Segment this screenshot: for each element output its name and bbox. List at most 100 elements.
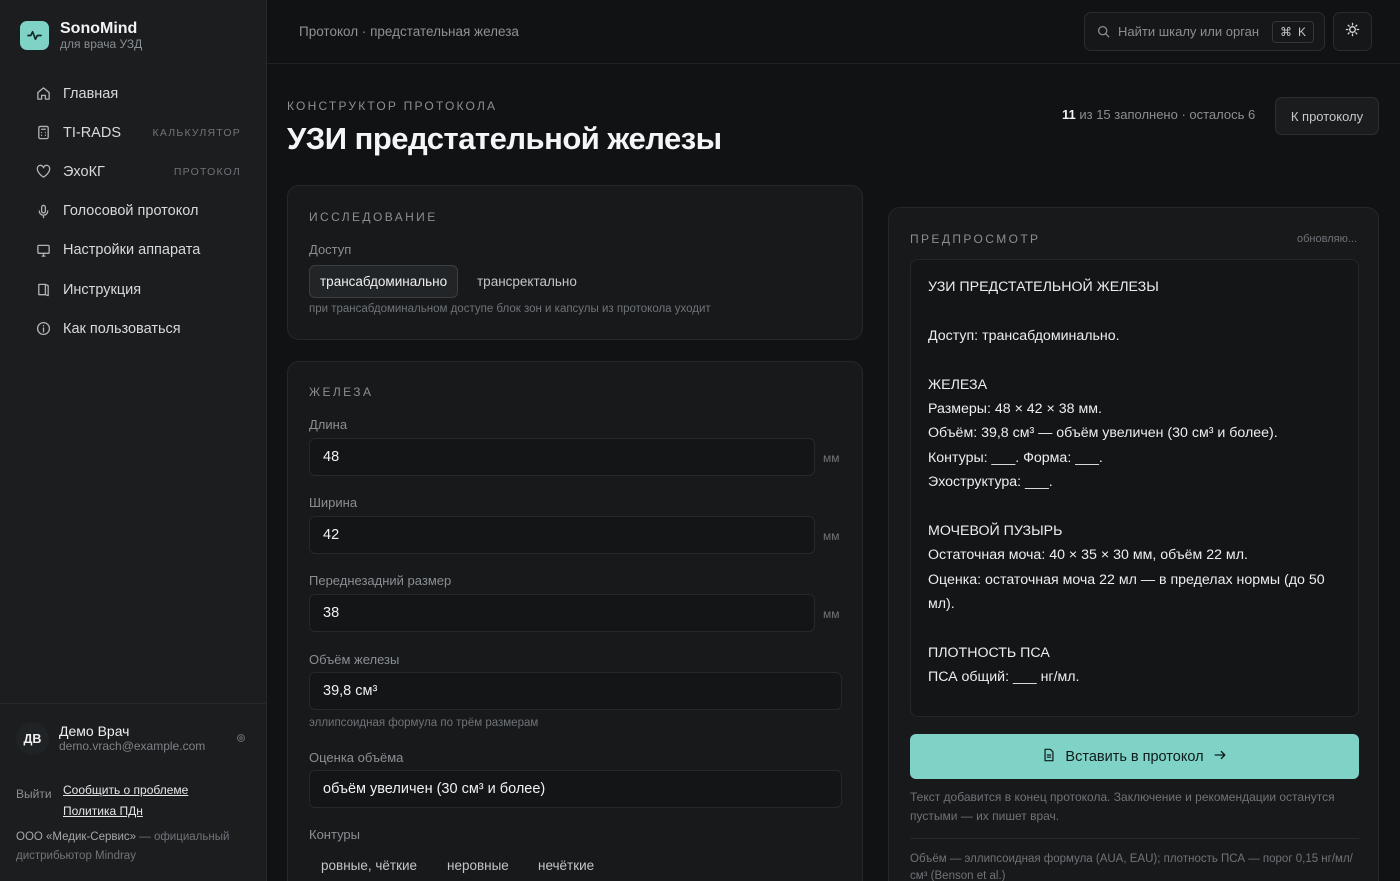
ap-size-input[interactable]: 38 [309, 594, 815, 632]
monitor-icon [34, 241, 52, 259]
length-unit: мм [823, 451, 840, 465]
study-card: ИССЛЕДОВАНИЕ Доступ трансабдоминально тр… [287, 185, 863, 340]
footer-links: Сообщить о проблеме Политика ПДн [63, 780, 188, 822]
preview-line: Объём: 39,8 см³ — объём увеличен (30 см³… [928, 425, 1278, 442]
sidebar-item-tirads[interactable]: TI-RADS КАЛЬКУЛЯТОР [24, 113, 250, 152]
width-unit: мм [823, 529, 840, 543]
theme-toggle-button[interactable] [1333, 12, 1372, 51]
preview-line [928, 299, 1341, 323]
user-profile[interactable]: ДВ Демо Врач demo.vrach@example.com [16, 722, 246, 755]
length-input[interactable]: 48 [309, 438, 815, 476]
sidebar-item-label: Голосовой протокол [63, 203, 199, 220]
progress-text: из 15 заполнено · осталось 6 [1075, 107, 1256, 122]
sidebar-item-device-settings[interactable]: Настройки аппарата [24, 231, 250, 270]
sidebar-nav: Главная TI-RADS КАЛЬКУЛЯТОР ЭхоКГ ПРОТОК… [24, 74, 250, 348]
preview-line: ЖЕЛЕЗА [928, 376, 988, 393]
search-input[interactable]: Найти шкалу или орган ⌘ K [1084, 12, 1325, 51]
pulse-logo-icon [20, 21, 49, 50]
volume-label: Объём железы [309, 652, 400, 667]
sidebar-item-voice[interactable]: Голосовой протокол [24, 192, 250, 231]
report-problem-link[interactable]: Сообщить о проблеме [63, 780, 188, 801]
preview-note: Текст добавится в конец протокола. Заклю… [910, 790, 1335, 823]
access-option-transabdominal[interactable]: трансабдоминально [309, 265, 459, 298]
calculator-icon [34, 124, 52, 142]
home-icon [34, 85, 52, 103]
sidebar-item-badge: ПРОТОКОЛ [173, 165, 241, 178]
volume-grade-field: объём увеличен (30 см³ и более) [309, 770, 842, 808]
contours-option-smooth[interactable]: ровные, чёткие [321, 849, 417, 881]
preview-line: МОЧЕВОЙ ПУЗЫРЬ [928, 523, 1063, 540]
contours-label: Контуры [309, 827, 361, 842]
shortcut-key: K [1297, 25, 1306, 39]
insert-into-protocol-button[interactable]: Вставить в протокол [910, 734, 1359, 779]
preview-line: Контуры: ___. Форма: ___. [928, 449, 1103, 466]
settings-gear-icon[interactable] [236, 732, 246, 746]
brand[interactable]: SonoMind для врача УЗД [20, 20, 142, 51]
gland-card-title: ЖЕЛЕЗА [309, 385, 374, 399]
sidebar-item-label: Главная [63, 85, 119, 102]
insert-button-label: Вставить в протокол [1065, 748, 1204, 765]
sidebar-item-label: Настройки аппарата [63, 242, 201, 259]
access-option-transrectal[interactable]: трансректально [477, 265, 577, 298]
preview-line: Остаточная моча: 40 × 35 × 30 мм, объём … [928, 547, 1248, 564]
search-placeholder: Найти шкалу или орган [1118, 24, 1260, 39]
company-note: ООО «Медик-Сервис» — официальный дистриб… [16, 828, 246, 865]
preview-line [928, 348, 1341, 372]
divider [910, 838, 1359, 839]
logout-link[interactable]: Выйти [16, 787, 52, 801]
sidebar-item-manual[interactable]: Инструкция [24, 270, 250, 309]
contours-option-blurred[interactable]: нечёткие [538, 849, 594, 881]
ap-size-label: Переднезадний размер [309, 573, 452, 588]
microphone-icon [34, 202, 52, 220]
shortcut-hint: ⌘ K [1271, 21, 1314, 43]
contours-option-uneven[interactable]: неровные [447, 849, 509, 881]
progress-filled-count: 11 [1062, 107, 1076, 122]
preview-line: ПЛОТНОСТЬ ПСА [928, 645, 1050, 662]
ap-size-unit: мм [823, 607, 840, 621]
preview-title: ПРЕДПРОСМОТР [910, 232, 1041, 246]
to-protocol-button[interactable]: К протоколу [1275, 97, 1379, 135]
app-name: SonoMind [60, 20, 138, 37]
privacy-policy-link[interactable]: Политика ПДн [63, 801, 188, 822]
page-eyebrow: КОНСТРУКТОР ПРОТОКОЛА [287, 99, 498, 113]
topbar: Протокол · предстательная железа Найти ш… [267, 0, 1400, 64]
sun-icon [1345, 22, 1360, 42]
sidebar-item-home[interactable]: Главная [24, 74, 250, 113]
preview-line: УЗИ ПРЕДСТАТЕЛЬНОЙ ЖЕЛЕЗЫ [928, 279, 1159, 295]
gland-card: ЖЕЛЕЗА Длина 48 мм Ширина 42 мм Переднез… [287, 361, 863, 881]
info-icon [34, 320, 52, 338]
width-input[interactable]: 42 [309, 516, 815, 554]
preview-status: обновляю... [1297, 233, 1357, 245]
user-name: Демо Врач [59, 723, 130, 739]
user-email: demo.vrach@example.com [59, 739, 206, 753]
length-label: Длина [309, 417, 348, 432]
page-title: УЗИ предстательной железы [287, 121, 722, 156]
volume-field: 39,8 см³ [309, 672, 842, 710]
fill-progress: 11 из 15 заполнено · осталось 6 [1062, 107, 1255, 122]
access-hint: при трансабдоминальном доступе блок зон … [309, 303, 711, 315]
preview-footnote: Объём — эллипсоидная формула (AUA, EAU);… [910, 853, 1353, 881]
preview-line [928, 495, 1341, 519]
sidebar-item-label: ЭхоКГ [63, 163, 105, 180]
search-icon [1097, 25, 1111, 39]
sidebar-item-label: Инструкция [63, 281, 142, 298]
sidebar-item-howto[interactable]: Как пользоваться [24, 309, 250, 348]
avatar: ДВ [16, 722, 49, 755]
access-label: Доступ [309, 242, 352, 257]
preview-line: Эхоструктура: ___. [928, 474, 1053, 491]
preview-card: ПРЕДПРОСМОТР обновляю... УЗИ ПРЕДСТАТЕЛЬ… [888, 207, 1379, 881]
preview-text: УЗИ ПРЕДСТАТЕЛЬНОЙ ЖЕЛЕЗЫ Доступ: транса… [910, 259, 1359, 717]
arrow-right-icon [1213, 748, 1227, 766]
sidebar-item-badge: КАЛЬКУЛЯТОР [152, 126, 241, 139]
volume-hint: эллипсоидная формула по трём размерам [309, 717, 539, 729]
preview-line: Доступ: трансабдоминально. [928, 327, 1120, 344]
heart-icon [34, 163, 52, 181]
app-subtitle: для врача УЗД [60, 37, 143, 51]
study-card-title: ИССЛЕДОВАНИЕ [309, 210, 438, 224]
company-name: ООО «Медик-Сервис» [16, 831, 137, 843]
book-icon [34, 281, 52, 299]
document-icon [1042, 748, 1056, 766]
sidebar-item-echo[interactable]: ЭхоКГ ПРОТОКОЛ [24, 152, 250, 191]
sidebar: SonoMind для врача УЗД Главная TI-RADS К… [0, 0, 267, 881]
breadcrumb: Протокол · предстательная железа [299, 24, 519, 39]
